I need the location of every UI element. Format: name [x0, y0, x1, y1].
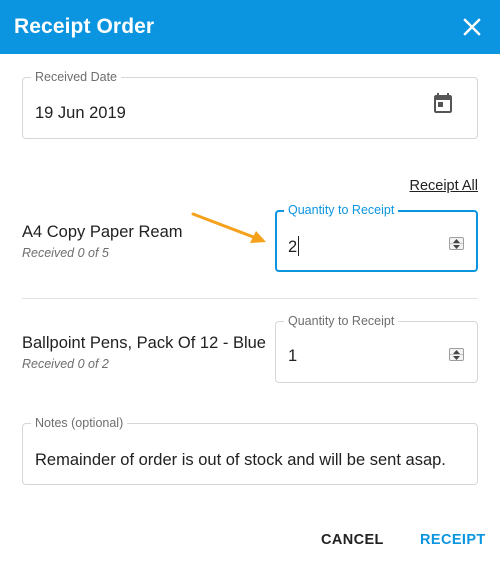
quantity-value: 2	[288, 238, 298, 256]
text-cursor	[298, 236, 300, 256]
received-date-value[interactable]: 19 Jun 2019	[35, 104, 126, 123]
item-name: A4 Copy Paper Ream	[22, 223, 183, 241]
stepper-down-icon[interactable]	[450, 243, 463, 249]
annotation-arrow-icon	[191, 212, 266, 243]
notes-field[interactable]: Notes (optional) Remainder of order is o…	[22, 415, 478, 485]
receipt-button[interactable]: RECEIPT	[420, 532, 486, 548]
quantity-label: Quantity to Receipt	[284, 202, 399, 218]
dialog-header: Receipt Order	[0, 0, 500, 54]
quantity-to-receipt-field[interactable]: Quantity to Receipt 2	[275, 202, 478, 272]
divider	[22, 298, 478, 299]
stepper-down-icon[interactable]	[450, 354, 463, 360]
dialog-title: Receipt Order	[14, 15, 155, 38]
item-name: Ballpoint Pens, Pack Of 12 - Blue	[22, 334, 266, 352]
quantity-stepper[interactable]	[449, 237, 464, 250]
quantity-stepper[interactable]	[449, 348, 464, 361]
calendar-icon[interactable]	[431, 91, 455, 115]
quantity-to-receipt-field[interactable]: Quantity to Receipt 1	[275, 313, 478, 383]
item-received-status: Received 0 of 2	[22, 357, 109, 371]
notes-input[interactable]: Remainder of order is out of stock and w…	[35, 451, 446, 470]
quantity-input[interactable]: 1	[288, 347, 297, 366]
receipt-all-link[interactable]: Receipt All	[409, 178, 478, 194]
received-date-label: Received Date	[31, 69, 121, 85]
received-date-field[interactable]: Received Date 19 Jun 2019	[22, 69, 478, 139]
quantity-input[interactable]: 2	[288, 236, 300, 257]
item-received-status: Received 0 of 5	[22, 246, 109, 260]
notes-label: Notes (optional)	[31, 415, 128, 431]
cancel-button[interactable]: CANCEL	[321, 532, 384, 548]
close-icon[interactable]	[460, 15, 484, 39]
quantity-label: Quantity to Receipt	[284, 313, 399, 329]
